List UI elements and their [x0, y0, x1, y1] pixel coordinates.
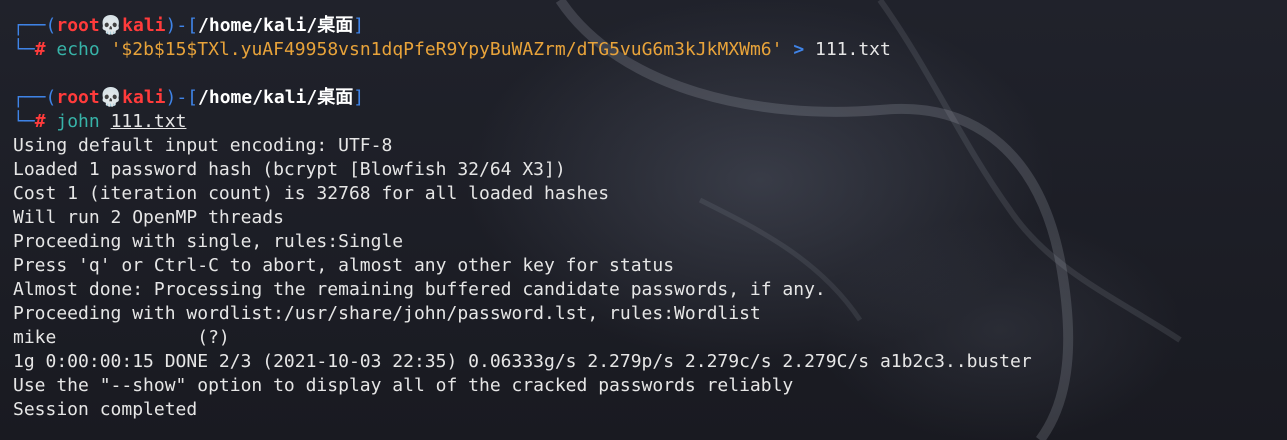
session-completed-line: Session completed [13, 399, 198, 420]
prompt-hash-symbol: # [34, 111, 46, 132]
prompt-frame-bottom: └─ [13, 39, 35, 60]
command-string-arg: '$2b$15$TXl.yuAF49958vsn1dqPfeR9YpyBuWAZ… [110, 39, 783, 60]
prompt-host: kali [122, 15, 166, 36]
prompt-frame-end: ] [353, 15, 365, 36]
command-file-arg: 111.txt [110, 111, 187, 132]
redirect-target: 111.txt [815, 39, 891, 60]
status-line: 1g 0:00:00:15 DONE 2/3 (2021-10-03 22:35… [13, 351, 1032, 372]
output-line: Cost 1 (iteration count) is 32768 for al… [13, 183, 610, 204]
cracked-password-line: mike (?) [13, 327, 230, 348]
skull-icon: 💀 [99, 15, 123, 36]
prompt-frame-end: ] [353, 87, 365, 108]
command-name: echo [56, 39, 100, 60]
prompt-frame-mid: )-[ [165, 87, 199, 108]
prompt-frame-bottom: └─ [13, 111, 35, 132]
terminal-window[interactable]: ┌──(root💀kali)-[/home/kali/桌面] └─# echo … [0, 0, 1287, 440]
output-line: Almost done: Processing the remaining bu… [13, 279, 826, 300]
prompt-frame-mid: )-[ [165, 15, 199, 36]
prompt-cwd: /home/kali/桌面 [198, 87, 354, 108]
output-line: Proceeding with single, rules:Single [13, 231, 404, 252]
output-line: Proceeding with wordlist:/usr/share/john… [13, 303, 761, 324]
output-line: Use the "--show" option to display all o… [13, 375, 794, 396]
prompt-frame-top: ┌──( [13, 15, 57, 36]
prompt-line-1: ┌──(root💀kali)-[/home/kali/桌面] [13, 14, 1273, 38]
skull-icon: 💀 [99, 87, 123, 108]
output-line: Press 'q' or Ctrl-C to abort, almost any… [13, 255, 675, 276]
prompt-frame-top: ┌──( [13, 87, 57, 108]
command-line-1[interactable]: └─# echo '$2b$15$TXl.yuAF49958vsn1dqPfeR… [13, 38, 1273, 62]
prompt-host: kali [122, 87, 166, 108]
prompt-cwd: /home/kali/桌面 [198, 15, 354, 36]
redirect-operator: > [793, 39, 805, 60]
terminal-content: ┌──(root💀kali)-[/home/kali/桌面] └─# echo … [13, 14, 1273, 422]
prompt-user: root [56, 87, 100, 108]
output-line: Will run 2 OpenMP threads [13, 207, 284, 228]
output-line: Loaded 1 password hash (bcrypt [Blowfish… [13, 159, 566, 180]
prompt-user: root [56, 15, 100, 36]
command-line-2[interactable]: └─# john 111.txt [13, 110, 1273, 134]
output-line: Using default input encoding: UTF-8 [13, 135, 393, 156]
prompt-line-2: ┌──(root💀kali)-[/home/kali/桌面] [13, 86, 1273, 110]
prompt-hash-symbol: # [34, 39, 46, 60]
command-name: john [56, 111, 100, 132]
